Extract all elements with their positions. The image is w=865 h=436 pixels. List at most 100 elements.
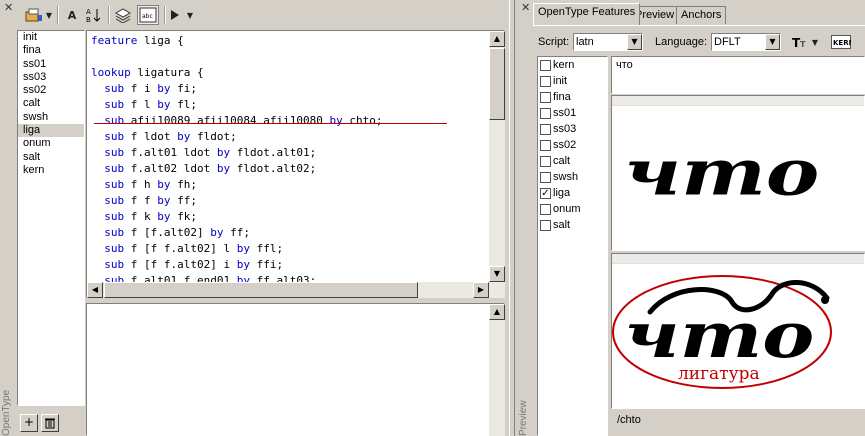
feature-toggle-label: salt <box>553 219 571 231</box>
checkbox[interactable] <box>540 91 551 103</box>
checkbox[interactable] <box>540 123 551 135</box>
output-vertical-scrollbar[interactable]: ▲ <box>489 304 505 436</box>
language-select[interactable]: DFLT ▼ <box>711 33 781 51</box>
checkbox[interactable] <box>540 139 551 151</box>
code-keyword: by <box>177 130 191 143</box>
code-keyword: sub <box>104 242 125 255</box>
run-icon[interactable] <box>168 5 182 25</box>
close-icon[interactable]: ✕ <box>4 1 13 14</box>
close-icon[interactable]: ✕ <box>521 1 530 14</box>
code-line[interactable]: sub afii10089 afii10084 afii10080 by cht… <box>91 113 504 129</box>
feature-code-editor[interactable]: feature liga { lookup ligatura { sub f i… <box>86 30 505 298</box>
code-line[interactable]: sub f [f.alt02] by ff; <box>91 225 504 241</box>
text-size-icon[interactable]: TT <box>790 32 808 52</box>
checkbox[interactable] <box>540 219 551 231</box>
feature-list-item[interactable]: swsh <box>18 111 84 124</box>
code-line[interactable]: sub f [f f.alt02] l by ffl; <box>91 241 504 257</box>
layers-icon[interactable] <box>113 5 133 25</box>
feature-toggle-onum[interactable]: onum <box>538 201 607 217</box>
scroll-up-icon[interactable]: ▲ <box>489 31 505 47</box>
feature-checklist: kern init fina ss01 ss03 ss02 calt swsh ✓ liga onu… <box>537 56 608 436</box>
code-keyword: sub <box>104 194 125 207</box>
code-keyword: sub <box>104 226 125 239</box>
scroll-left-icon[interactable]: ◀ <box>87 282 103 298</box>
feature-toggle-calt[interactable]: calt <box>538 153 607 169</box>
sort-az-icon[interactable]: AB <box>84 5 104 25</box>
font-search-icon[interactable]: A <box>62 5 82 25</box>
kerning-icon[interactable]: KERN <box>830 32 852 52</box>
run-dropdown-icon[interactable]: ▼ <box>185 5 195 25</box>
feature-list-item[interactable]: ss03 <box>18 71 84 84</box>
scroll-up-icon[interactable]: ▲ <box>489 304 505 320</box>
sample-text-input[interactable]: что <box>611 56 865 94</box>
feature-list-item[interactable]: fina <box>18 44 84 57</box>
feature-list-item[interactable]: calt <box>18 97 84 110</box>
scroll-right-icon[interactable]: ▶ <box>473 282 489 298</box>
checkbox[interactable] <box>540 203 551 215</box>
checkbox[interactable] <box>540 171 551 183</box>
scroll-down-icon[interactable]: ▼ <box>489 266 505 282</box>
open-dropdown-icon[interactable]: ▼ <box>44 5 54 25</box>
preview-dock-label: Preview <box>518 400 529 436</box>
checkbox[interactable] <box>540 75 551 87</box>
feature-list-item[interactable]: salt <box>18 151 84 164</box>
feature-toggle-label: calt <box>553 155 571 167</box>
feature-list-item[interactable]: ss01 <box>18 58 84 71</box>
ligature-caption: лигатура <box>678 364 760 384</box>
code-line[interactable]: sub f.alt02 ldot by fldot.alt02; <box>91 161 504 177</box>
feature-toggle-label: ss03 <box>553 123 577 135</box>
code-line[interactable]: sub f l by fl; <box>91 97 504 113</box>
trash-icon[interactable] <box>41 414 59 432</box>
feature-toggle-fina[interactable]: fina <box>538 89 607 105</box>
feature-toggle-kern[interactable]: kern <box>538 57 607 73</box>
chevron-down-icon[interactable]: ▼ <box>627 34 642 50</box>
code-line[interactable]: sub f ldot by fldot; <box>91 129 504 145</box>
checkbox[interactable] <box>540 107 551 119</box>
add-feature-button[interactable]: + <box>20 414 38 432</box>
scroll-thumb[interactable] <box>104 282 418 298</box>
feature-toggle-liga[interactable]: ✓ liga <box>538 185 607 201</box>
code-line[interactable]: sub f.alt01 ldot by fldot.alt01; <box>91 145 504 161</box>
text-size-dropdown-icon[interactable]: ▼ <box>810 32 820 52</box>
code-line[interactable]: sub f i by fi; <box>91 81 504 97</box>
scroll-thumb[interactable] <box>489 48 505 120</box>
feature-list-item[interactable]: onum <box>18 137 84 150</box>
feature-list-item[interactable]: kern <box>18 164 84 177</box>
script-value: latn <box>576 36 594 48</box>
code-keyword: sub <box>104 82 125 95</box>
script-select[interactable]: latn ▼ <box>573 33 643 51</box>
feature-toggle-ss02[interactable]: ss02 <box>538 137 607 153</box>
tab-opentype-features[interactable]: OpenType Features <box>533 3 641 25</box>
code-keyword: by <box>157 210 171 223</box>
checkbox[interactable] <box>540 59 551 71</box>
open-icon[interactable] <box>24 5 44 25</box>
code-line[interactable]: lookup ligatura { <box>91 65 504 81</box>
feature-list-item-selected[interactable]: liga <box>18 124 84 138</box>
feature-toggle-init[interactable]: init <box>538 73 607 89</box>
output-pane[interactable] <box>86 303 505 436</box>
checkbox[interactable] <box>540 155 551 167</box>
code-text[interactable]: feature liga { lookup ligatura { sub f i… <box>87 31 504 297</box>
code-keyword: by <box>157 178 171 191</box>
tab-anchors[interactable]: Anchors <box>676 6 727 24</box>
code-line[interactable]: sub f h by fh; <box>91 177 504 193</box>
code-editor-icon[interactable]: abc <box>137 5 159 25</box>
code-line[interactable]: sub f k by fk; <box>91 209 504 225</box>
code-line[interactable] <box>91 49 504 65</box>
feature-list-item[interactable]: init <box>18 31 84 44</box>
code-line[interactable]: sub f [f f.alt02] i by ffi; <box>91 257 504 273</box>
code-line[interactable]: feature liga { <box>91 33 504 49</box>
feature-toggle-swsh[interactable]: swsh <box>538 169 607 185</box>
feature-toggle-ss03[interactable]: ss03 <box>538 121 607 137</box>
feature-list-item[interactable]: ss02 <box>18 84 84 97</box>
code-keyword: sub <box>104 178 125 191</box>
preview-area-unshaped: что <box>611 95 865 251</box>
code-horizontal-scrollbar[interactable]: ◀ ▶ <box>87 282 489 298</box>
chevron-down-icon[interactable]: ▼ <box>765 34 780 50</box>
code-line[interactable]: sub f f by ff; <box>91 193 504 209</box>
code-vertical-scrollbar[interactable]: ▲ ▼ <box>489 31 505 298</box>
sample-text-value[interactable]: что <box>612 57 864 73</box>
checkbox[interactable]: ✓ <box>540 187 551 199</box>
feature-toggle-ss01[interactable]: ss01 <box>538 105 607 121</box>
feature-toggle-salt[interactable]: salt <box>538 217 607 233</box>
